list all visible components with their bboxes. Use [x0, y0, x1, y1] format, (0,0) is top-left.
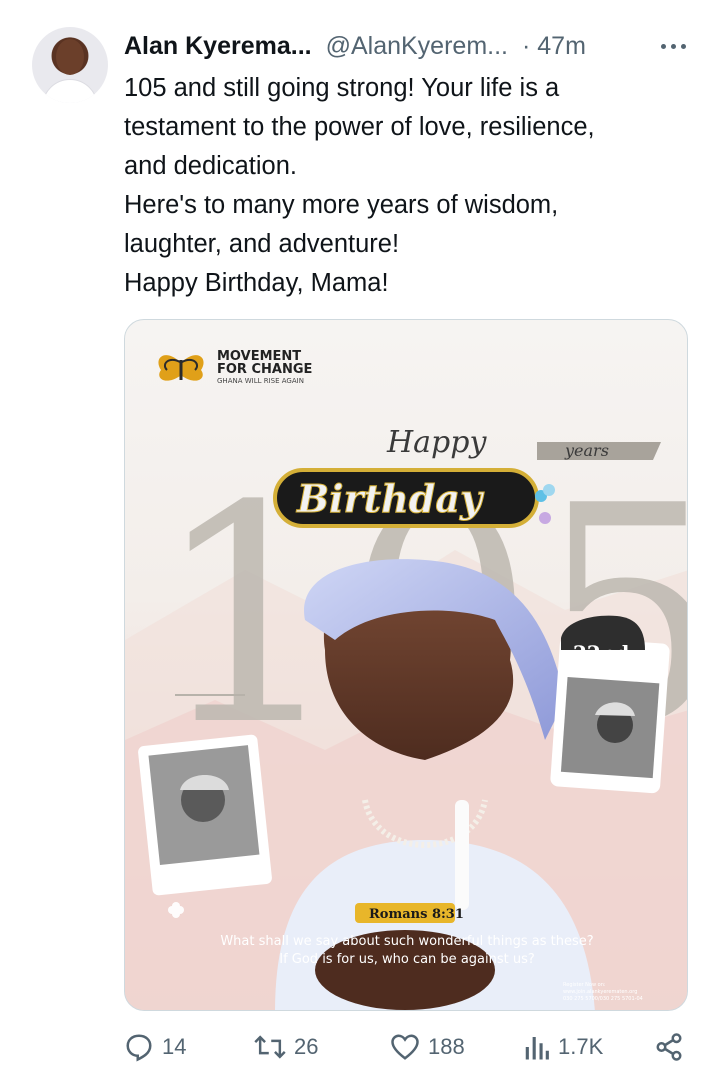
poster-date-day: 22nd — [573, 641, 629, 665]
verse-line1: What shall we say about such wonderful t… — [220, 934, 593, 949]
tweet-text: 105 and still going strong! Your life is… — [124, 69, 694, 303]
verse-line2: If God is for us, who can be against us? — [279, 952, 535, 967]
org-line2: FOR CHANGE — [217, 362, 312, 377]
poster-footer-line1: Register Now on: — [563, 982, 606, 988]
view-count: 1.7K — [558, 1034, 604, 1059]
tweet-actions: 14 26 188 1.7K — [124, 1032, 694, 1069]
avatar-face — [56, 39, 84, 75]
poster-footer-line2: www.join.alankyerematen.org — [563, 989, 637, 995]
like-count: 188 — [428, 1034, 465, 1059]
tweet-text-line: Here's to many more years of wisdom, — [124, 191, 559, 219]
author-name[interactable]: Alan Kyerema... — [124, 32, 312, 61]
speech-bubble-icon — [126, 1034, 152, 1062]
tweet-text-line: testament to the power of love, resilien… — [124, 113, 595, 141]
birthday-banner: Birthday — [273, 468, 539, 528]
author-handle[interactable]: @AlanKyerem... — [326, 32, 508, 61]
bar-chart-icon — [525, 1037, 549, 1060]
tweet-media-image[interactable]: 105 MOVEMENT FOR CHANGE GHANA WILL RISE … — [124, 319, 688, 1011]
avatar-shirt — [42, 79, 98, 103]
tweet-text-line: and dedication. — [124, 152, 297, 180]
heart-icon — [391, 1034, 419, 1060]
verse-reference: Romans 8:31 — [369, 907, 464, 922]
reply-count: 14 — [162, 1034, 187, 1059]
poster-footer-line3: 030 275 5700/030 275 5701-04 — [563, 996, 643, 1002]
share-button[interactable] — [654, 1032, 684, 1062]
polaroid-left — [138, 734, 272, 896]
repost-count: 26 — [294, 1034, 319, 1059]
views-button[interactable]: 1.7K — [524, 1032, 603, 1062]
tweet-timestamp[interactable]: · 47m — [522, 32, 586, 61]
poster-years-text: years — [564, 441, 609, 460]
more-dots-icon[interactable] — [661, 32, 686, 60]
share-icon — [656, 1033, 682, 1061]
poster-happy-text: Happy — [386, 425, 487, 460]
birthday-poster: 105 MOVEMENT FOR CHANGE GHANA WILL RISE … — [125, 349, 687, 1010]
butterfly-logo-icon — [158, 355, 204, 381]
poster-date-month: May, 2025 — [573, 666, 631, 679]
repost-arrows-icon — [254, 1035, 286, 1059]
poster-birthday-text: Birthday — [296, 476, 485, 521]
like-button[interactable]: 188 — [390, 1032, 465, 1062]
tweet-header: Alan Kyerema... @AlanKyerem... · 47m — [124, 28, 690, 64]
tweet-text-line: Happy Birthday, Mama! — [124, 269, 389, 297]
author-avatar[interactable] — [32, 27, 108, 103]
reply-button[interactable]: 14 — [124, 1032, 186, 1062]
tweet-text-line: laughter, and adventure! — [124, 230, 400, 258]
tweet-text-line: 105 and still going strong! Your life is… — [124, 74, 560, 102]
org-tagline: GHANA WILL RISE AGAIN — [217, 377, 304, 385]
repost-button[interactable]: 26 — [254, 1032, 318, 1062]
